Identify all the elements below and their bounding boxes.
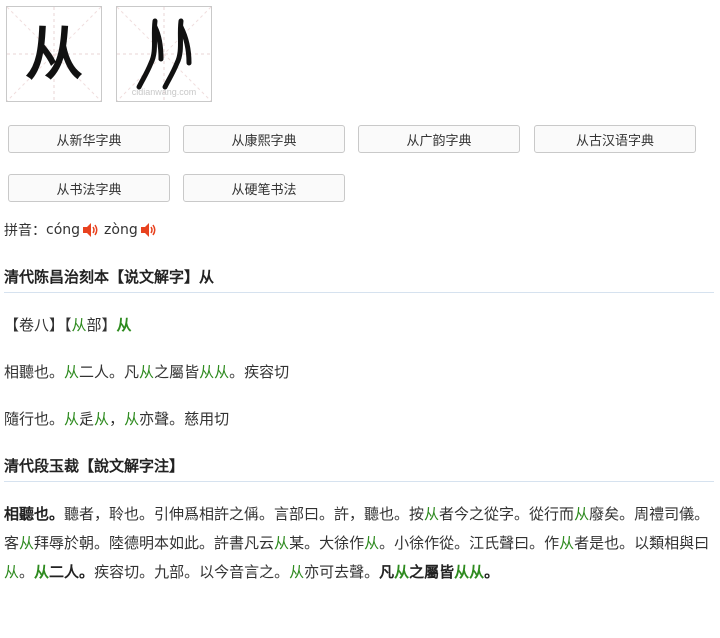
note-text: 者是也。以類相與曰 — [574, 534, 710, 552]
char-link[interactable]: 从 — [139, 363, 154, 381]
seal-script-glyph-box: cidianwang.com — [116, 6, 212, 102]
classical-chinese-dictionary-button[interactable]: 从古汉语字典 — [534, 125, 696, 153]
def-text: 隨行也。 — [4, 410, 65, 428]
def-text: 相聽也。 — [4, 363, 65, 381]
def-text: 二人。凡 — [79, 363, 140, 381]
pinyin-label: 拼音： — [4, 223, 46, 239]
definition-line-2: 隨行也。从辵从，从亦聲。慈用切 — [4, 408, 229, 429]
char-link[interactable]: 从 — [64, 410, 79, 428]
bold-text: 二人。 — [49, 563, 95, 581]
volume-text: 部】 — [86, 316, 117, 334]
main-character: 从 — [24, 20, 83, 88]
hard-pen-calligraphy-button[interactable]: 从硬笔书法 — [183, 174, 345, 202]
bold-text: 相聽也。 — [4, 505, 65, 523]
pinyin-reading-2: zòng — [104, 222, 138, 238]
kangxi-dictionary-button[interactable]: 从康熙字典 — [183, 125, 345, 153]
bold-char-link[interactable]: 从 — [394, 563, 409, 581]
char-link[interactable]: 从 — [364, 534, 379, 552]
pinyin-reading-1: cóng — [46, 222, 81, 238]
def-text: 亦聲。慈用切 — [139, 410, 230, 428]
note-text: 。 — [19, 563, 35, 581]
note-text: 疾容切。九部。以今音言之。 — [94, 563, 290, 581]
char-link[interactable]: 从 — [424, 505, 439, 523]
note-text: 某。大徐作 — [289, 534, 365, 552]
bold-text: 凡 — [379, 563, 395, 581]
guangyun-dictionary-button[interactable]: 从广韵字典 — [358, 125, 520, 153]
radical-link[interactable]: 从 — [72, 316, 87, 334]
divider — [4, 481, 714, 482]
note-text: 聽者，聆也。引伸爲相許之偁。言部曰。許，聽也。按 — [64, 505, 425, 523]
note-text: 。小徐作從。江氏聲曰。作 — [379, 534, 560, 552]
note-text: 亦可去聲。 — [304, 563, 380, 581]
char-link[interactable]: 从 — [124, 410, 139, 428]
bold-char-link[interactable]: 从 — [34, 563, 49, 581]
xinhua-dictionary-button[interactable]: 从新华字典 — [8, 125, 170, 153]
speaker-icon[interactable] — [140, 222, 158, 238]
char-link[interactable]: 从从 — [199, 363, 229, 381]
bold-text: 。 — [484, 563, 500, 581]
char-link[interactable]: 从 — [64, 363, 79, 381]
annotation-paragraph: 相聽也。聽者，聆也。引伸爲相許之偁。言部曰。許，聽也。按从者今之從字。從行而从廢… — [4, 500, 714, 587]
pinyin-row: 拼音： cóng zòng — [4, 220, 162, 240]
speaker-icon[interactable] — [82, 222, 100, 238]
def-text: 之屬皆 — [154, 363, 200, 381]
bold-text: 之屬皆 — [409, 563, 455, 581]
volume-line: 【卷八】【从部】从 — [4, 314, 132, 335]
note-text: 拜辱於朝。陸德明本如此。許書凡云 — [34, 534, 275, 552]
char-link[interactable]: 从 — [4, 563, 19, 581]
divider — [4, 292, 714, 293]
duan-yucai-heading: 清代段玉裁【說文解字注】 — [4, 457, 185, 475]
char-link[interactable]: 从 — [574, 505, 589, 523]
char-link[interactable]: 从 — [559, 534, 574, 552]
char-link[interactable]: 从 — [274, 534, 289, 552]
standard-glyph-box: 从 — [6, 6, 102, 102]
char-link[interactable]: 从 — [289, 563, 304, 581]
volume-text: 【卷八】【 — [4, 316, 72, 334]
definition-line-1: 相聽也。从二人。凡从之屬皆从从。疾容切 — [4, 361, 289, 382]
shuowen-heading: 清代陈昌治刻本【说文解字】从 — [4, 268, 215, 286]
char-link[interactable]: 从 — [94, 410, 109, 428]
def-text: 辵 — [79, 410, 95, 428]
calligraphy-dictionary-button[interactable]: 从书法字典 — [8, 174, 170, 202]
bold-char-link[interactable]: 从从 — [454, 563, 484, 581]
def-text: 。疾容切 — [229, 363, 290, 381]
note-text: 者今之從字。從行而 — [439, 505, 575, 523]
watermark-text: cidianwang.com — [131, 87, 197, 97]
char-link[interactable]: 从 — [19, 534, 34, 552]
headword: 从 — [116, 316, 132, 334]
def-text: ， — [109, 410, 125, 428]
